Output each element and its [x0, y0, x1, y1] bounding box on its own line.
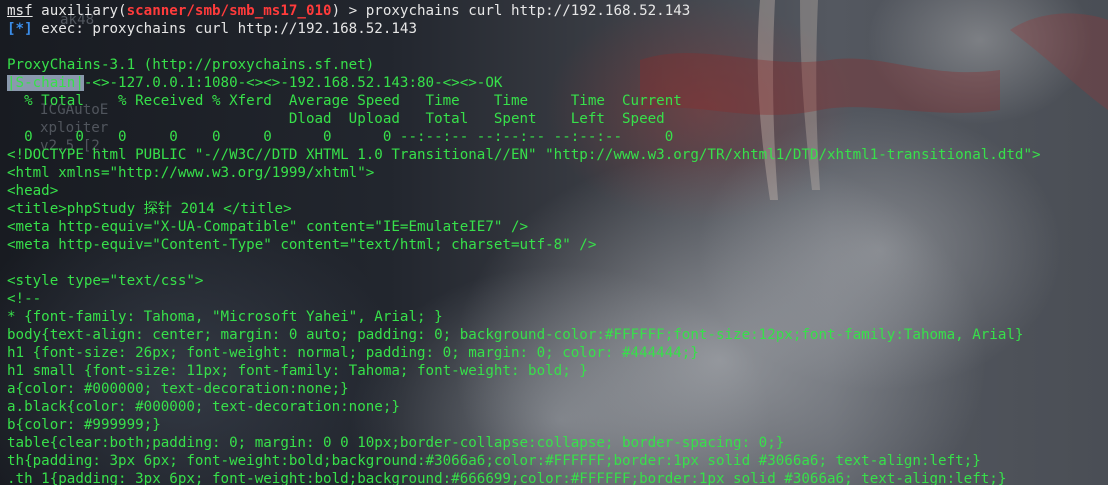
- curl-progress-row: 0 0 0 0 0 0 0 0 --:--:-- --:--:-- --:--:…: [7, 129, 674, 145]
- output-line: <style type="text/css">: [7, 273, 204, 289]
- output-line: <!DOCTYPE html PUBLIC "-//W3C//DTD XHTML…: [7, 147, 1041, 163]
- module-suffix: ) >: [331, 3, 366, 19]
- info-tag: [*]: [7, 21, 33, 37]
- output-line: h1 small {font-size: 11px; font-family: …: [7, 363, 588, 379]
- output-line: h1 {font-size: 26px; font-weight: normal…: [7, 345, 699, 361]
- msf-label: msf: [7, 3, 33, 19]
- output-line: table{clear:both;padding: 0; margin: 0 0…: [7, 435, 785, 451]
- output-line: <title>phpStudy 探针 2014 </title>: [7, 201, 292, 217]
- curl-progress-header: Dload Upload Total Spent Left Speed: [7, 111, 665, 127]
- proxychains-chain: |S-chain|-<>-127.0.0.1:1080-<><>-192.168…: [7, 74, 1041, 92]
- output-line: * {font-family: Tahoma, "Microsoft Yahei…: [7, 309, 443, 325]
- module-name: scanner/smb/smb_ms17_010: [126, 3, 332, 19]
- module-prefix: auxiliary(: [32, 3, 127, 19]
- blank-line: [7, 38, 1041, 56]
- output-line: a{color: #000000; text-decoration:none;}: [7, 381, 349, 397]
- selected-text: |S-chain|: [7, 75, 84, 91]
- proxychains-banner: ProxyChains-3.1 (http://proxychains.sf.n…: [7, 57, 375, 73]
- msf-prompt-line[interactable]: msf auxiliary(scanner/smb/smb_ms17_010) …: [7, 2, 1041, 20]
- exec-line: [*] exec: proxychains curl http://192.16…: [7, 20, 1041, 38]
- output-line: <html xmlns="http://www.w3.org/1999/xhtm…: [7, 165, 375, 181]
- output-line: <meta http-equiv="Content-Type" content=…: [7, 237, 597, 253]
- terminal-window[interactable]: ak48 ICGAutoE xploiter v2.5 [2. msf auxi…: [0, 0, 1108, 485]
- output-line: <meta http-equiv="X-UA-Compatible" conte…: [7, 219, 529, 235]
- chain-path: -<>-127.0.0.1:1080-<><>-192.168.52.143:8…: [83, 75, 503, 91]
- output-line: th{padding: 3px 6px; font-weight:bold;ba…: [7, 453, 981, 469]
- output-line: b{color: #999999;}: [7, 417, 161, 433]
- exec-text: exec: proxychains curl http://192.168.52…: [32, 21, 417, 37]
- output-line: body{text-align: center; margin: 0 auto;…: [7, 327, 1024, 343]
- curl-progress-header: % Total % Received % Xferd Average Speed…: [7, 93, 682, 109]
- output-line: <!--: [7, 291, 42, 307]
- output-line: <head>: [7, 183, 59, 199]
- output-line: [7, 254, 1041, 272]
- output-line: a.black{color: #000000; text-decoration:…: [7, 399, 400, 415]
- terminal-output[interactable]: msf auxiliary(scanner/smb/smb_ms17_010) …: [7, 2, 1041, 485]
- prompt-command: proxychains curl http://192.168.52.143: [365, 3, 691, 19]
- output-line: .th_1{padding: 3px 6px; font-weight:bold…: [7, 471, 1007, 485]
